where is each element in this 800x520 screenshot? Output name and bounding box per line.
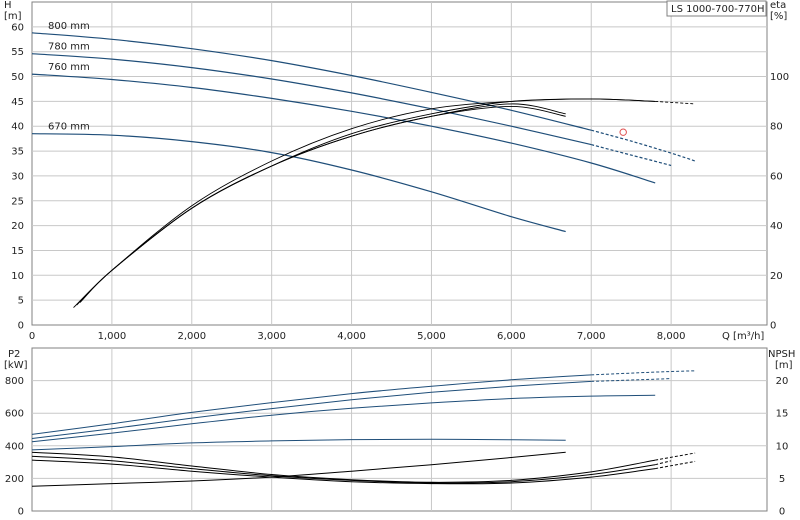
head-curve-label: 800 mm bbox=[48, 21, 90, 32]
eta-axis-unit: [%] bbox=[770, 11, 787, 22]
chart-title: LS 1000-700-770H bbox=[671, 4, 764, 15]
flow-tick-label: 4,000 bbox=[337, 331, 366, 342]
head-tick-label: 50 bbox=[11, 72, 24, 83]
eta-tick-label: 60 bbox=[770, 171, 783, 182]
head-tick-label: 60 bbox=[11, 22, 24, 33]
npsh-tick-label: 0 bbox=[779, 507, 785, 518]
head-tick-label: 30 bbox=[11, 171, 24, 182]
eta-tick-label: 80 bbox=[770, 122, 783, 133]
head-tick-label: 40 bbox=[11, 122, 24, 133]
power-axis-label: P2 bbox=[8, 349, 20, 360]
head-tick-label: 55 bbox=[11, 47, 24, 58]
flow-tick-label: 2,000 bbox=[177, 331, 206, 342]
head-tick-label: 45 bbox=[11, 97, 24, 108]
head-plot-area bbox=[31, 1, 768, 326]
power-tick-label: 600 bbox=[5, 409, 24, 420]
flow-tick-label: 6,000 bbox=[497, 331, 526, 342]
power-axis-unit: [kW] bbox=[4, 360, 28, 371]
head-chart: 0 1,000 2,000 3,000 4,000 5,000 6,000 7,000 8,00… bbox=[4, 0, 789, 342]
head-curve-label: 760 mm bbox=[48, 62, 90, 73]
npsh-tick-label: 15 bbox=[776, 409, 789, 420]
head-tick-label: 25 bbox=[11, 196, 24, 207]
npsh-tick-label: 10 bbox=[776, 441, 789, 452]
head-axis-label: H bbox=[4, 0, 12, 11]
flow-tick-label: 3,000 bbox=[257, 331, 286, 342]
flow-tick-label: 0 bbox=[29, 331, 35, 342]
flow-tick-label: 7,000 bbox=[577, 331, 606, 342]
head-tick-label: 0 bbox=[18, 321, 24, 332]
power-tick-label: 0 bbox=[18, 507, 24, 518]
eta-tick-label: 20 bbox=[770, 271, 783, 282]
power-npsh-chart: 0 200 400 600 800 0 5 10 15 20 P2 [kW] NPSH [m] bbox=[4, 347, 795, 518]
flow-tick-label: 8,000 bbox=[657, 331, 686, 342]
npsh-tick-label: 5 bbox=[779, 474, 785, 485]
eta-tick-label: 40 bbox=[770, 221, 783, 232]
power-tick-label: 200 bbox=[5, 474, 24, 485]
power-tick-label: 800 bbox=[5, 376, 24, 387]
head-tick-label: 20 bbox=[11, 221, 24, 232]
npsh-axis-label: NPSH bbox=[768, 349, 795, 360]
eta-tick-label: 100 bbox=[770, 72, 789, 83]
pump-performance-chart: 0 1,000 2,000 3,000 4,000 5,000 6,000 7,000 8,00… bbox=[4, 0, 795, 518]
flow-tick-label: 5,000 bbox=[417, 331, 446, 342]
head-tick-label: 15 bbox=[11, 246, 24, 257]
flow-axis-label: Q [m³/h] bbox=[722, 331, 764, 342]
eta-tick-label: 0 bbox=[770, 321, 776, 332]
head-curve-label: 670 mm bbox=[48, 122, 90, 133]
npsh-tick-label: 20 bbox=[776, 376, 789, 387]
head-curve-label: 780 mm bbox=[48, 42, 90, 53]
head-axis-unit: [m] bbox=[4, 11, 22, 22]
eta-axis-label: eta bbox=[770, 0, 786, 11]
power-tick-label: 400 bbox=[5, 441, 24, 452]
head-tick-label: 35 bbox=[11, 147, 24, 158]
npsh-axis-unit: [m] bbox=[775, 360, 793, 371]
flow-tick-label: 1,000 bbox=[98, 331, 127, 342]
head-tick-label: 10 bbox=[11, 271, 24, 282]
head-tick-label: 5 bbox=[18, 296, 24, 307]
